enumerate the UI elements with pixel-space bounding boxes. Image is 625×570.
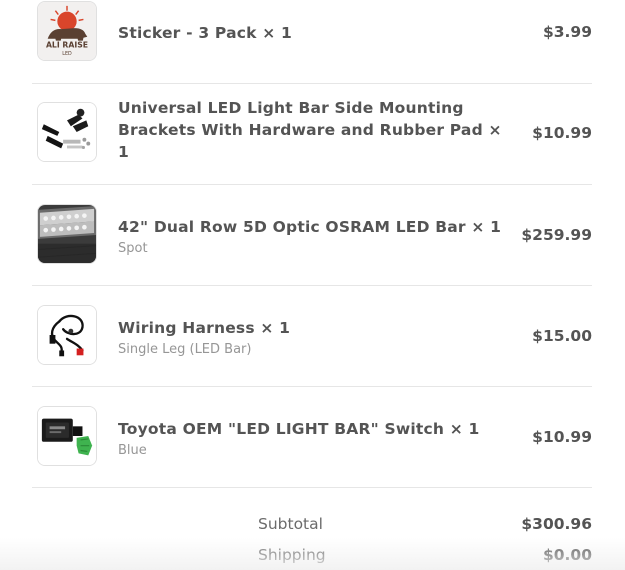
shipping-label: Shipping	[258, 546, 326, 564]
product-thumbnail	[37, 406, 97, 466]
order-summary: Subtotal $300.96 Shipping $0.00	[32, 505, 592, 567]
item-price: $3.99	[542, 23, 592, 41]
item-price: $10.99	[532, 124, 592, 142]
product-thumbnail	[37, 204, 97, 264]
item-title: Sticker - 3 Pack × 1	[118, 24, 292, 42]
subtotal-value: $300.96	[521, 515, 592, 533]
product-thumbnail	[37, 305, 97, 365]
order-item: 42" Dual Row 5D Optic OSRAM LED Bar × 1 …	[32, 185, 592, 286]
item-variant: Spot	[118, 241, 148, 256]
item-price: $10.99	[532, 428, 592, 446]
shipping-value: $0.00	[542, 546, 592, 564]
product-thumbnail	[37, 102, 97, 162]
item-variant: Blue	[118, 443, 147, 458]
order-item: Wiring Harness × 1 Single Leg (LED Bar) …	[32, 286, 592, 387]
subtotal-label: Subtotal	[258, 515, 323, 533]
product-thumbnail: ALI RAISE LED	[37, 1, 97, 61]
wiring-harness-icon	[38, 306, 96, 364]
svg-text:LED: LED	[62, 51, 72, 57]
order-item: ALI RAISE LED Sticker - 3 Pack × 1 $3.99	[32, 0, 592, 84]
order-item-list: ALI RAISE LED Sticker - 3 Pack × 1 $3.99	[32, 0, 592, 488]
subtotal-row: Subtotal $300.96	[32, 505, 592, 536]
item-title: Universal LED Light Bar Side Mounting Br…	[118, 99, 502, 161]
item-title: 42" Dual Row 5D Optic OSRAM LED Bar × 1	[118, 218, 502, 236]
bear-logo-sticker-icon: ALI RAISE LED	[38, 2, 96, 60]
order-item: Universal LED Light Bar Side Mounting Br…	[32, 84, 592, 185]
led-bar-icon	[38, 205, 96, 263]
mounting-brackets-icon	[38, 103, 96, 161]
item-price: $15.00	[532, 327, 592, 345]
item-price: $259.99	[521, 226, 592, 244]
item-title: Wiring Harness × 1	[118, 319, 291, 337]
switch-icon	[38, 407, 96, 465]
svg-text:ALI RAISE: ALI RAISE	[46, 40, 88, 49]
shipping-row: Shipping $0.00	[32, 536, 592, 567]
item-title: Toyota OEM "LED LIGHT BAR" Switch × 1	[118, 420, 480, 438]
item-variant: Single Leg (LED Bar)	[118, 342, 252, 357]
order-item: Toyota OEM "LED LIGHT BAR" Switch × 1 Bl…	[32, 387, 592, 488]
